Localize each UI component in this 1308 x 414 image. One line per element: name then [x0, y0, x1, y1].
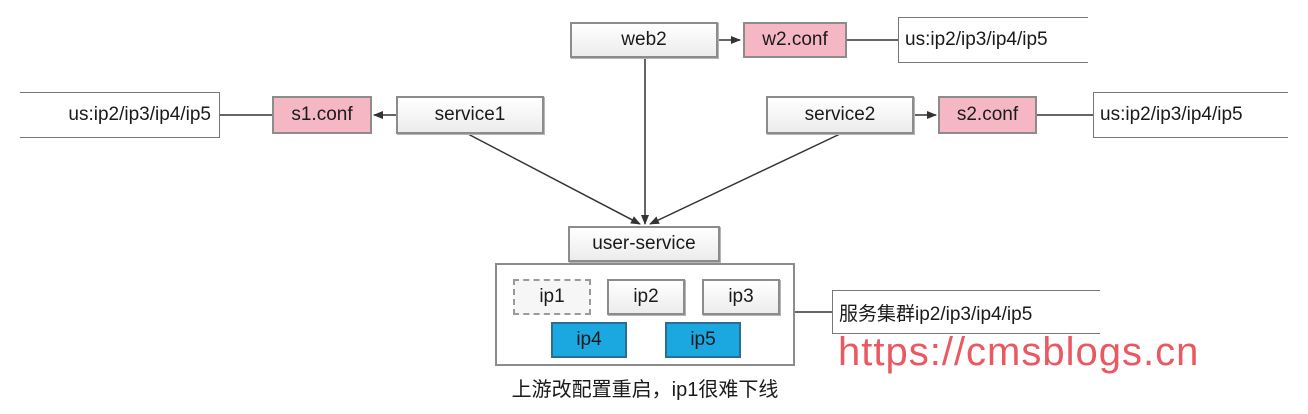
ip1-node: ip1: [513, 279, 591, 315]
s1-conf-note: us:ip2/ip3/ip4/ip5: [20, 92, 220, 138]
ip5-node: ip5: [665, 322, 741, 358]
watermark-url: https://cmsblogs.cn: [838, 330, 1200, 374]
w2-conf-note: us:ip2/ip3/ip4/ip5: [898, 17, 1088, 63]
diagram-caption: 上游改配置重启，ip1很难下线: [511, 379, 779, 401]
ip2-node: ip2: [607, 279, 685, 315]
edge-service1-to-user-service: [467, 133, 641, 225]
service2-node: service2: [766, 96, 914, 134]
s2-conf-note: us:ip2/ip3/ip4/ip5: [1093, 92, 1288, 138]
ip4-node: ip4: [551, 322, 627, 358]
s2-conf-node: s2.conf: [938, 96, 1037, 134]
edge-service2-to-user-service: [649, 133, 841, 225]
user-service-node: user-service: [568, 226, 720, 262]
web2-node: web2: [570, 22, 718, 58]
w2-conf-node: w2.conf: [743, 22, 847, 58]
cluster-note: 服务集群ip2/ip3/ip4/ip5: [832, 290, 1100, 334]
service1-node: service1: [396, 96, 544, 134]
ip3-node: ip3: [702, 279, 780, 315]
s1-conf-node: s1.conf: [272, 96, 372, 134]
